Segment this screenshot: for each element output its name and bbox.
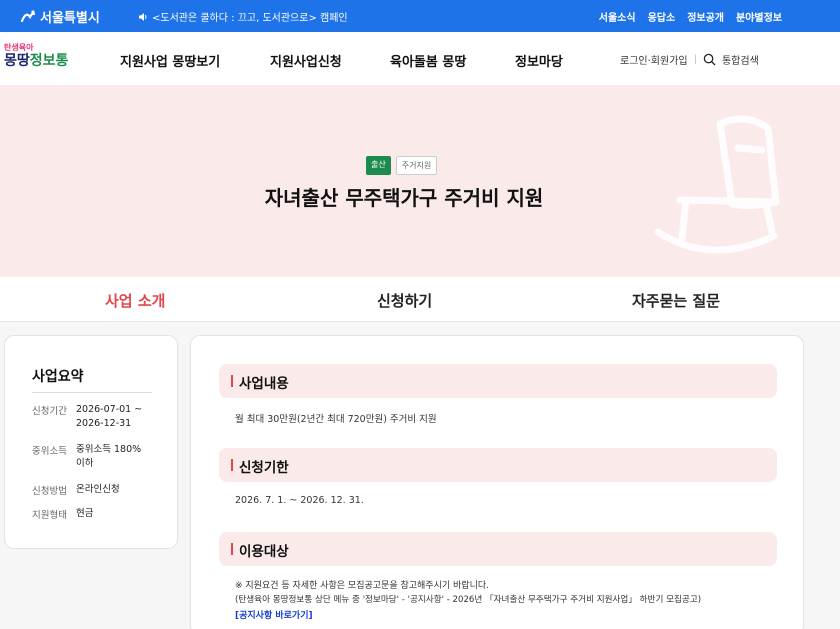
summary-value: 현금 xyxy=(76,508,94,519)
seoul-logo[interactable]: 서울특별시 xyxy=(20,7,100,26)
summary-divider xyxy=(32,392,152,393)
tab-intro[interactable]: 사업 소개 xyxy=(105,290,165,311)
search-icon[interactable] xyxy=(703,53,716,66)
tab-faq[interactable]: 자주묻는 질문 xyxy=(632,290,720,311)
target-note: ※ 지원요건 등 자세한 사항은 모집공고문을 참고해주시기 바랍니다. xyxy=(235,581,489,591)
seoul-logo-icon xyxy=(20,9,36,22)
main-nav: 지원사업 몽땅보기 지원사업신청 육아돌봄 몽땅 정보마당 xyxy=(120,51,563,70)
period-description: 2026. 7. 1. ~ 2026. 12. 31. xyxy=(235,495,364,506)
city-name: 서울특별시 xyxy=(40,11,100,26)
top-utility-bar: 서울특별시 <도서관은 쿨하다 : 끄고, 도서관으로> 캠페인 서울소식 응답… xyxy=(0,0,840,32)
top-link-disclosure[interactable]: 정보공개 xyxy=(687,9,724,24)
notice-text: <도서관은 쿨하다 : 끄고, 도서관으로> 캠페인 xyxy=(152,13,348,24)
top-links: 서울소식 응답소 정보공개 분야별정보 xyxy=(599,9,782,24)
nav-item-browse[interactable]: 지원사업 몽땅보기 xyxy=(120,51,270,70)
summary-value: 2026-07-01 ~ 2026-12-31 xyxy=(76,404,143,429)
top-link-news[interactable]: 서울소식 xyxy=(599,9,636,24)
divider: | xyxy=(693,54,697,65)
category-badge-secondary: 주거지원 xyxy=(395,156,438,175)
nav-item-apply[interactable]: 지원사업신청 xyxy=(270,51,390,70)
section-header-target: 이용대상 xyxy=(219,532,777,566)
summary-key: 신청방법 xyxy=(32,486,67,497)
top-link-field-info[interactable]: 분야별정보 xyxy=(736,9,782,24)
section-title: 사업내용 xyxy=(239,376,289,392)
speaker-icon xyxy=(139,12,147,21)
user-utilities: 로그인·회원가입 | 통합검색 xyxy=(620,52,759,67)
section-marker xyxy=(231,459,233,471)
summary-key: 신청기간 xyxy=(32,406,67,417)
category-badge-primary: 출산 xyxy=(366,156,391,175)
summary-key: 중위소득 xyxy=(32,446,67,457)
summary-row-type: 지원형태 현금 xyxy=(32,507,152,521)
summary-row-income: 중위소득 중위소득 180% 이하 xyxy=(32,443,152,471)
program-details: 사업내용 월 최대 30만원(2년간 최대 720만원) 주거비 지원 신청기한… xyxy=(190,335,804,629)
main-header: 탄생육아 몽땅정보통 지원사업 몽땅보기 지원사업신청 육아돌봄 몽땅 정보마당… xyxy=(0,32,840,86)
notice-shortcut-link[interactable]: [공지사항 바로가기] xyxy=(235,608,313,621)
summary-value: 중위소득 180% 이하 xyxy=(76,444,142,469)
summary-row-period: 신청기간 2026-07-01 ~ 2026-12-31 xyxy=(32,403,152,431)
summary-key: 지원형태 xyxy=(32,510,67,521)
nav-item-childcare[interactable]: 육아돌봄 몽땅 xyxy=(390,51,515,70)
section-header-content: 사업내용 xyxy=(219,364,777,398)
top-link-response[interactable]: 응답소 xyxy=(648,9,676,24)
summary-value: 온라인신청 xyxy=(76,484,120,495)
brand-subtitle: 탄생육아 xyxy=(4,43,34,52)
summary-title: 사업요약 xyxy=(32,369,84,385)
content-tabs: 사업 소개 신청하기 자주묻는 질문 xyxy=(0,277,840,322)
nav-item-info[interactable]: 정보마당 xyxy=(515,51,563,70)
notice-link[interactable]: <도서관은 쿨하다 : 끄고, 도서관으로> 캠페인 xyxy=(138,9,348,24)
rocking-chair-icon xyxy=(654,115,780,254)
section-marker xyxy=(231,543,233,555)
hero-banner: 출산 주거지원 자녀출산 무주택가구 주거비 지원 xyxy=(0,86,840,277)
target-reference: (탄생육아 몽땅정보통 상단 메뉴 중 '정보마당' - '공지사항' - 20… xyxy=(235,595,702,605)
signup-link[interactable]: 회원가입 xyxy=(651,56,688,67)
tab-apply[interactable]: 신청하기 xyxy=(377,290,432,311)
search-link[interactable]: 통합검색 xyxy=(722,52,759,67)
category-badges: 출산 주거지원 xyxy=(366,156,438,175)
login-link[interactable]: 로그인·회원가입 xyxy=(620,52,688,67)
section-header-period: 신청기한 xyxy=(219,448,777,482)
site-logo[interactable]: 탄생육아 몽땅정보통 xyxy=(4,43,69,69)
section-title: 신청기한 xyxy=(239,460,289,476)
section-marker xyxy=(231,375,233,387)
brand-part2: 정보통 xyxy=(29,53,69,69)
brand-part1: 몽땅 xyxy=(4,53,30,69)
section-title: 이용대상 xyxy=(239,544,289,560)
summary-card: 사업요약 신청기간 2026-07-01 ~ 2026-12-31 중위소득 중… xyxy=(4,335,178,549)
content-description: 월 최대 30만원(2년간 최대 720만원) 주거비 지원 xyxy=(235,414,437,425)
summary-row-method: 신청방법 온라인신청 xyxy=(32,483,152,497)
